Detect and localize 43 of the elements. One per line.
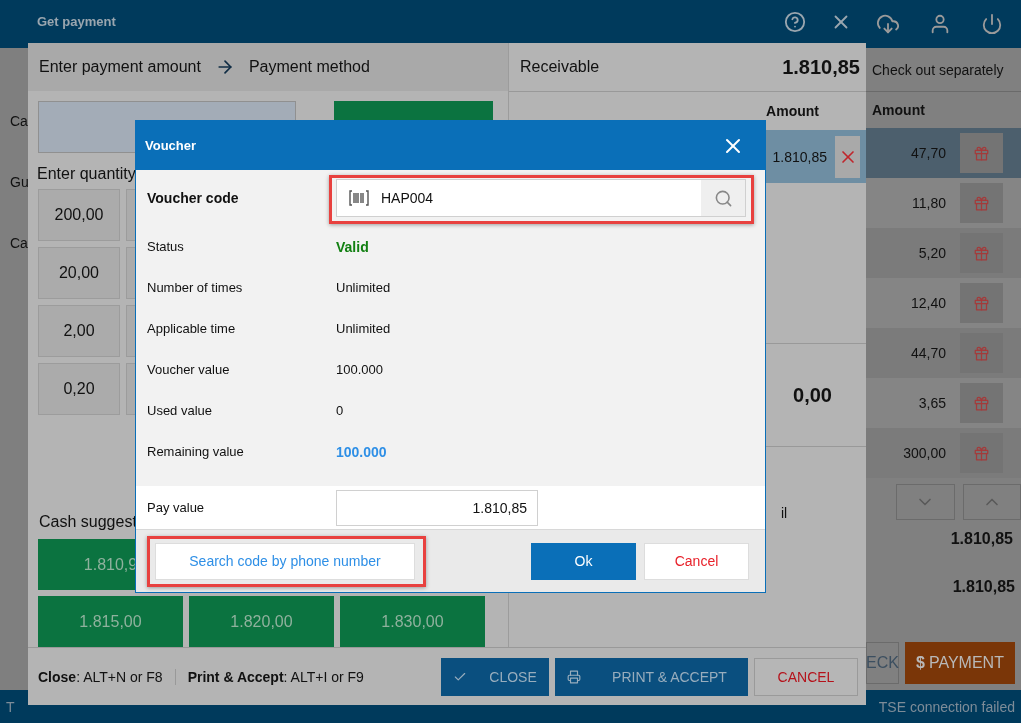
field-value: 100.000	[336, 362, 383, 377]
field-label: Remaining value	[147, 444, 245, 459]
section-label: Cash suggest	[39, 513, 137, 532]
step-label: Payment method	[248, 58, 370, 77]
shortcut-hint: Print & Accept: ALT+I or F9	[187, 668, 365, 685]
field-label: Applicable time	[147, 321, 237, 336]
dialog-title: Get payment	[37, 14, 117, 30]
label-text: il	[781, 505, 788, 522]
field-label: Voucher value	[147, 362, 231, 377]
field-value: 100.000	[336, 443, 387, 460]
amount-text: 12,40	[910, 295, 946, 311]
field-label: Used value	[147, 403, 214, 418]
amount-text: 44,70	[910, 345, 946, 361]
label-text: Gu	[10, 174, 29, 190]
amount-text: 1.810,85	[772, 149, 827, 165]
receivable-label: Receivable	[520, 58, 600, 77]
receivable-amount: 1.810,85	[782, 56, 860, 79]
column-header: Amount	[871, 101, 926, 120]
label-text: Ca	[10, 235, 28, 251]
step-label: Enter payment amount	[39, 58, 201, 77]
field-value: 0	[336, 403, 344, 418]
field-value: Unlimited	[336, 321, 391, 336]
field-label: Status	[147, 239, 185, 254]
field-label: Number of times	[147, 280, 244, 295]
amount-text: 47,70	[910, 145, 946, 161]
section-label: Enter quantity	[37, 165, 136, 184]
shortcut-hint: Close: ALT+N or F8	[38, 668, 176, 685]
balance-amount: 0,00	[793, 384, 832, 407]
status-text: TSE connection failed	[878, 698, 1015, 715]
label-text: Ca	[10, 113, 28, 129]
field-label: Voucher code	[147, 190, 240, 206]
dialog-title: Voucher	[145, 138, 197, 153]
field-value: Unlimited	[336, 280, 391, 295]
column-header: Amount	[765, 102, 820, 122]
total-amount: 1.810,85	[951, 578, 1016, 596]
status-text: T	[6, 698, 15, 715]
amount-text: 11,80	[912, 195, 946, 211]
total-amount: 1.810,85	[949, 530, 1014, 548]
amount-text: 300,00	[903, 445, 946, 461]
field-value: Valid	[336, 238, 369, 255]
amount-text: 5,20	[918, 245, 946, 261]
amount-text: 3,65	[918, 395, 946, 411]
field-label: Pay value	[147, 500, 206, 515]
